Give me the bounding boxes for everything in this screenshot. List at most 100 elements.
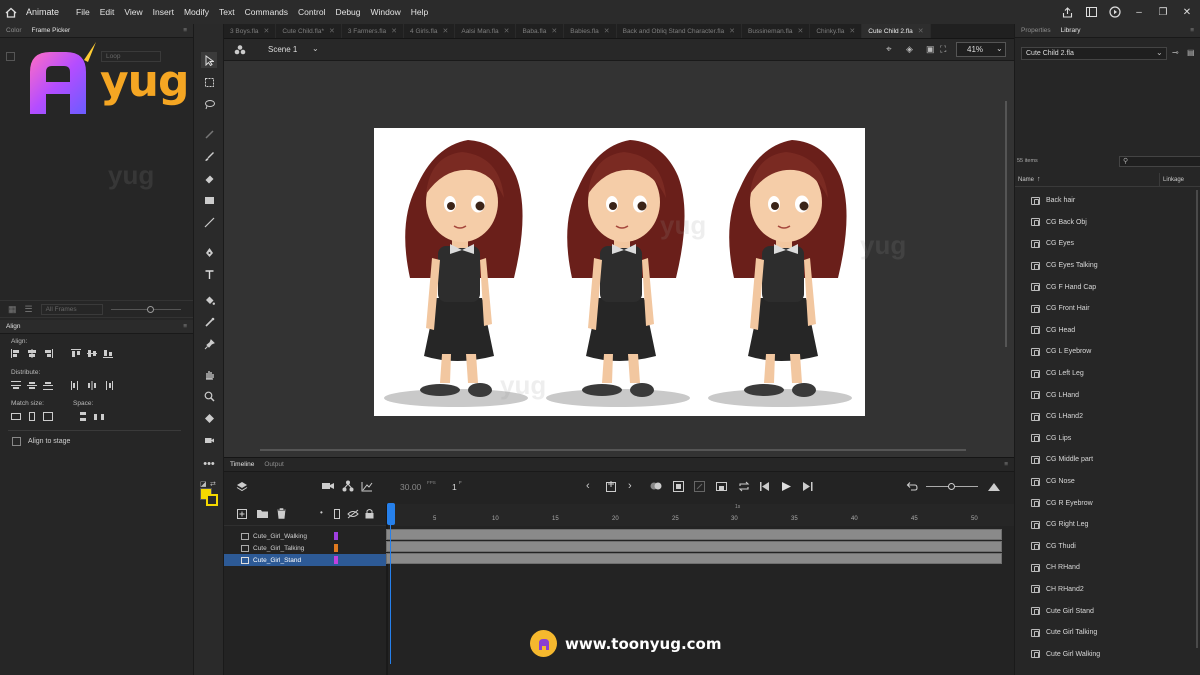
frame-span[interactable] — [386, 553, 1002, 564]
library-menu-icon[interactable]: ≡ — [1190, 27, 1194, 34]
menu-help[interactable]: Help — [406, 7, 433, 17]
clip-content-icon[interactable]: ◈ — [906, 44, 913, 55]
menu-debug[interactable]: Debug — [330, 7, 365, 17]
doc-tab[interactable]: Cute Child.fla* ✕ — [276, 24, 342, 38]
menu-text[interactable]: Text — [214, 7, 240, 17]
library-item[interactable]: CG Eyes — [1015, 233, 1200, 255]
library-item[interactable]: Cute Girl Stand — [1015, 600, 1200, 622]
align-vcenter-icon[interactable] — [87, 349, 97, 358]
doc-tab-active[interactable]: Cute Child 2.fla ✕ — [862, 24, 931, 38]
close-tab-icon[interactable]: ✕ — [264, 27, 270, 35]
current-frame[interactable]: 1 — [452, 482, 457, 492]
layer-row[interactable]: Cute_Girl_Talking — [224, 542, 386, 554]
tab-output[interactable]: Output — [264, 461, 284, 468]
close-icon[interactable]: ✕ — [1180, 5, 1194, 19]
close-tab-icon[interactable]: ✕ — [729, 27, 735, 35]
align-menu-icon[interactable]: ≡ — [183, 323, 187, 330]
library-search-input[interactable]: ⚲ — [1119, 156, 1200, 167]
distribute-left-icon[interactable] — [71, 381, 81, 390]
layer-row[interactable]: Cute_Girl_Walking — [224, 530, 386, 542]
library-item[interactable]: CG Eyes Talking — [1015, 255, 1200, 277]
new-library-icon[interactable]: ▤ — [1187, 48, 1195, 57]
space-horizontal-icon[interactable] — [94, 412, 104, 421]
fit-frames-icon[interactable] — [988, 482, 1000, 493]
layer-color-swatch[interactable] — [334, 556, 338, 564]
all-frames-select[interactable]: All Frames — [40, 303, 103, 315]
pin-tool-icon[interactable] — [201, 336, 217, 352]
distribute-vcenter-icon[interactable] — [27, 381, 37, 390]
eraser-tool-icon[interactable] — [201, 170, 217, 186]
step-forward-icon[interactable] — [803, 482, 813, 493]
edit-multiple-frames-icon[interactable] — [673, 481, 684, 494]
home-icon[interactable] — [0, 0, 22, 24]
timeline-zoom-slider[interactable] — [926, 483, 978, 490]
prev-chevron-icon[interactable]: ‹ — [586, 480, 590, 492]
menu-window[interactable]: Window — [366, 7, 406, 17]
library-select-chevron-icon[interactable]: ⌄ — [1156, 48, 1163, 57]
menu-file[interactable]: File — [71, 7, 95, 17]
align-right-icon[interactable] — [43, 349, 53, 358]
timeline-menu-icon[interactable]: ≡ — [1004, 461, 1008, 468]
play-circle-icon[interactable] — [1108, 5, 1122, 19]
close-tab-icon[interactable]: ✕ — [797, 27, 803, 35]
library-item[interactable]: CH RHand — [1015, 557, 1200, 579]
new-folder-icon[interactable] — [257, 509, 268, 520]
doc-tab[interactable]: Babies.fla ✕ — [564, 24, 617, 38]
distribute-right-icon[interactable] — [103, 381, 113, 390]
insert-keyframe-icon[interactable] — [606, 481, 617, 494]
selection-tool-icon[interactable] — [201, 52, 217, 68]
lock-icon[interactable] — [365, 508, 374, 521]
distribute-top-icon[interactable] — [11, 381, 21, 390]
minimize-icon[interactable]: – — [1132, 5, 1146, 19]
fill-color-swatch[interactable] — [206, 494, 218, 506]
horizontal-scrollbar[interactable] — [260, 449, 966, 451]
library-item[interactable]: CG Head — [1015, 320, 1200, 342]
space-vertical-icon[interactable] — [78, 412, 88, 421]
stage-fit-icon[interactable]: ▣ — [926, 44, 935, 55]
tab-library[interactable]: Library — [1061, 27, 1081, 34]
match-width-icon[interactable] — [11, 412, 21, 421]
doc-tab[interactable]: 3 Farmers.fla ✕ — [342, 24, 405, 38]
hand-tool-icon[interactable] — [201, 366, 217, 382]
library-item[interactable]: CG Right Leg — [1015, 514, 1200, 536]
menu-insert[interactable]: Insert — [148, 7, 179, 17]
frame-span[interactable] — [386, 541, 1002, 552]
pin-library-icon[interactable]: ⊸ — [1172, 48, 1179, 57]
tab-frame-picker[interactable]: Frame Picker — [32, 27, 71, 34]
align-bottom-icon[interactable] — [103, 349, 113, 358]
create-tween-icon[interactable] — [716, 482, 727, 493]
undo-icon[interactable] — [906, 481, 918, 493]
distribute-hcenter-icon[interactable] — [87, 381, 97, 390]
restore-icon[interactable]: ❐ — [1156, 5, 1170, 19]
library-item[interactable]: CH RHand2 — [1015, 579, 1200, 601]
visibility-icon[interactable] — [347, 509, 359, 521]
line-tool-icon[interactable] — [201, 214, 217, 230]
eyedropper-tool-icon[interactable] — [201, 314, 217, 330]
menu-view[interactable]: View — [119, 7, 147, 17]
close-tab-icon[interactable]: ✕ — [918, 27, 924, 35]
layer-color-swatch[interactable] — [334, 532, 338, 540]
align-top-icon[interactable] — [71, 349, 81, 358]
tab-timeline[interactable]: Timeline — [230, 461, 254, 468]
doc-tab[interactable]: Aalsi Man.fla ✕ — [455, 24, 517, 38]
library-item[interactable]: CG LHand2 — [1015, 406, 1200, 428]
step-back-icon[interactable] — [760, 482, 770, 493]
outline-icon[interactable] — [334, 509, 340, 521]
stage-options-icon[interactable]: ⛶ — [940, 44, 946, 55]
close-tab-icon[interactable]: ✕ — [551, 27, 557, 35]
library-item[interactable]: CG Front Hair — [1015, 298, 1200, 320]
more-tools-icon[interactable]: ••• — [201, 456, 217, 472]
library-item[interactable]: Cute Girl Talking — [1015, 622, 1200, 644]
library-item[interactable]: CG LHand — [1015, 384, 1200, 406]
new-layer-icon[interactable] — [237, 509, 247, 521]
pen-tool-icon[interactable] — [201, 244, 217, 260]
rotate-tool-icon[interactable] — [201, 410, 217, 426]
layer-color-swatch[interactable] — [334, 544, 338, 552]
graph-icon[interactable] — [361, 481, 373, 494]
default-colors-icon[interactable]: ◪ — [200, 480, 207, 488]
doc-tab[interactable]: Back and Obliq Stand Character.fla ✕ — [617, 24, 743, 38]
center-stage-icon[interactable]: ⌖ — [886, 44, 892, 55]
library-item[interactable]: CG R Eyebrow — [1015, 492, 1200, 514]
next-chevron-icon[interactable]: › — [628, 480, 632, 492]
close-tab-icon[interactable]: ✕ — [442, 27, 448, 35]
